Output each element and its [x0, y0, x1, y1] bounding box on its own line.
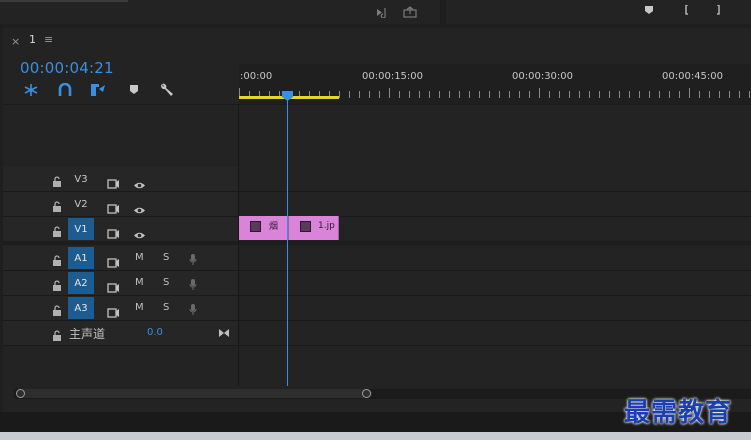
- lock-icon[interactable]: [52, 223, 64, 237]
- horizontal-scroll-thumb[interactable]: [16, 389, 372, 398]
- track-label: V1: [74, 223, 88, 235]
- add-marker-icon[interactable]: [125, 82, 143, 98]
- track-target-a2[interactable]: A2: [68, 272, 94, 294]
- track-label: A1: [74, 252, 88, 264]
- track-header-v2: [3, 192, 238, 216]
- track-header-v1: [3, 217, 238, 241]
- export-frame-icon[interactable]: [403, 6, 417, 20]
- clip-name: 烟: [269, 222, 279, 232]
- go-to-in-out-icon[interactable]: [218, 323, 230, 342]
- lock-icon[interactable]: [52, 327, 64, 341]
- track-lane-v3[interactable]: [239, 167, 751, 191]
- track-header-a1: [3, 246, 238, 270]
- playhead-handle[interactable]: [282, 86, 293, 101]
- master-track-label: 主声道: [69, 327, 106, 341]
- lock-icon[interactable]: [52, 252, 64, 266]
- lock-icon[interactable]: [52, 277, 64, 291]
- watermark-logo: 最需教育: [624, 398, 733, 428]
- source-panel-strip: [0, 0, 440, 24]
- track-label: A2: [74, 277, 88, 289]
- ruler-label: :00:00: [240, 71, 273, 82]
- mark-out-icon[interactable]: [714, 0, 722, 19]
- ruler-label: 00:00:45:00: [662, 71, 724, 82]
- mute-button[interactable]: M: [135, 277, 144, 288]
- video-clip[interactable]: 1.jp: [289, 216, 339, 240]
- track-header-v3: [3, 167, 238, 191]
- close-tab-icon[interactable]: ×: [11, 35, 20, 48]
- solo-button[interactable]: S: [163, 302, 169, 313]
- lock-icon[interactable]: [52, 173, 64, 187]
- snap-icon[interactable]: [56, 82, 74, 98]
- track-target-v3[interactable]: V3: [68, 168, 94, 190]
- solo-button[interactable]: S: [163, 252, 169, 263]
- track-label: V3: [74, 173, 88, 185]
- track-label: A3: [74, 302, 88, 314]
- program-panel-strip: [446, 0, 751, 24]
- linked-selection-icon[interactable]: [89, 82, 107, 98]
- timeline-settings-wrench-icon[interactable]: [158, 82, 176, 98]
- solo-button[interactable]: S: [163, 277, 169, 288]
- track-label: V2: [74, 198, 88, 210]
- master-volume-value[interactable]: 0.0: [147, 327, 163, 338]
- track-target-v2[interactable]: V2: [68, 193, 94, 215]
- track-header-a3: [3, 296, 238, 320]
- track-header-master: [3, 321, 238, 345]
- bottom-edge: [0, 432, 751, 440]
- playhead-timecode[interactable]: 00:00:04:21: [20, 59, 114, 77]
- microphone-icon[interactable]: [189, 251, 197, 270]
- ruler-label: 00:00:30:00: [512, 71, 574, 82]
- track-target-a3[interactable]: A3: [68, 297, 94, 319]
- mute-button[interactable]: M: [135, 302, 144, 313]
- mark-in-icon[interactable]: [683, 0, 691, 19]
- track-header-a2: [3, 271, 238, 295]
- video-audio-divider[interactable]: [3, 241, 751, 245]
- track-target-v1[interactable]: V1: [68, 218, 94, 240]
- source-panel-divider: [0, 0, 128, 2]
- video-clip[interactable]: 烟: [239, 216, 289, 240]
- scroll-start-handle[interactable]: [16, 389, 25, 398]
- track-header-divider: [238, 104, 239, 386]
- track-lane-v2[interactable]: [239, 192, 751, 216]
- insert-icon[interactable]: [376, 7, 390, 20]
- fx-badge-icon: [300, 221, 311, 232]
- marker-icon[interactable]: [644, 0, 654, 19]
- ruler-label: 00:00:15:00: [362, 71, 424, 82]
- panel-menu-icon[interactable]: ≡: [44, 33, 53, 46]
- playhead-line[interactable]: [287, 96, 288, 386]
- mute-button[interactable]: M: [135, 252, 144, 263]
- fx-badge-icon: [250, 221, 261, 232]
- track-separator: [3, 345, 751, 346]
- clip-name: 1.jp: [318, 221, 335, 231]
- microphone-icon[interactable]: [189, 276, 197, 295]
- track-lane-master[interactable]: [239, 321, 751, 345]
- lock-icon[interactable]: [52, 198, 64, 212]
- track-lane-a2[interactable]: [239, 271, 751, 295]
- track-lane-a3[interactable]: [239, 296, 751, 320]
- track-header-empty-area: [3, 105, 238, 166]
- scroll-end-handle[interactable]: [362, 389, 371, 398]
- track-lane-a1[interactable]: [239, 246, 751, 270]
- sequence-tab-title[interactable]: 1: [29, 33, 36, 46]
- nest-sequence-icon[interactable]: [22, 82, 40, 98]
- lock-icon[interactable]: [52, 302, 64, 316]
- microphone-icon[interactable]: [189, 301, 197, 320]
- track-target-a1[interactable]: A1: [68, 247, 94, 269]
